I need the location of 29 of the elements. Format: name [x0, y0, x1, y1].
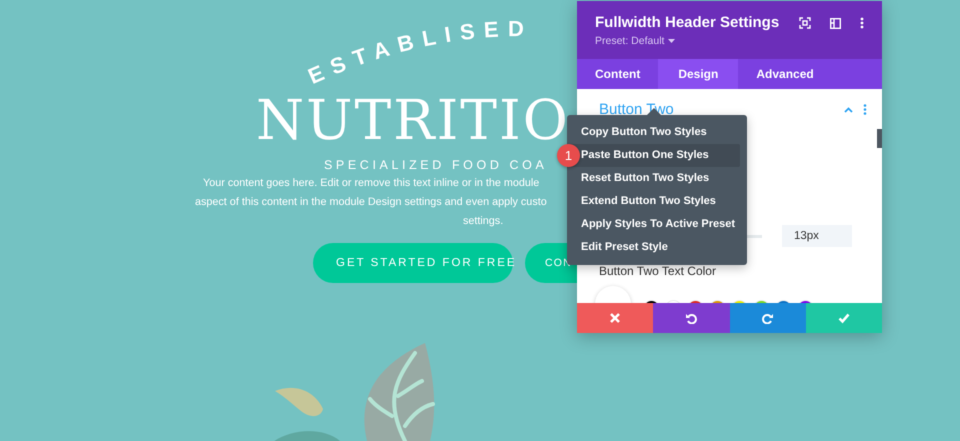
tab[interactable]: Content [577, 59, 658, 89]
focus-icon[interactable] [799, 17, 811, 29]
preset-dropdown[interactable]: Preset: Default [595, 35, 780, 47]
scrollbar[interactable] [877, 129, 882, 148]
check-icon [838, 312, 850, 324]
more-icon[interactable] [860, 17, 864, 29]
menu-item[interactable]: Copy Button Two Styles [567, 121, 740, 144]
cancel-button[interactable] [577, 303, 654, 333]
value-field[interactable]: 13px [782, 225, 852, 247]
columns-icon[interactable] [830, 18, 841, 28]
field-label: Button Two Text Color [599, 264, 717, 278]
hero-subtitle: SPECIALIZED FOOD COA [324, 157, 548, 174]
close-icon [609, 312, 622, 324]
redo-icon [762, 312, 774, 324]
panel-title: Fullwidth Header Settings [595, 14, 780, 31]
menu-item[interactable]: Reset Button Two Styles [567, 167, 740, 190]
tab[interactable]: Design [658, 59, 738, 89]
body-text-line: aspect of this content in the module Design settings and even apply custo [195, 195, 547, 210]
menu-item[interactable]: Extend Button Two Styles [567, 190, 740, 213]
step-badge: 1 [557, 144, 580, 167]
redo-button[interactable] [730, 303, 806, 333]
undo-icon [685, 312, 698, 324]
undo-button[interactable] [653, 303, 730, 333]
body-text-line: settings. [463, 214, 504, 229]
body-text-line: Your content goes here. Edit or remove this text inline or in the module [203, 176, 540, 191]
caret-icon[interactable] [668, 39, 676, 43]
tab[interactable]: Advanced [738, 59, 832, 89]
menu-item[interactable]: Apply Styles To Active Preset [567, 213, 740, 236]
collapse-icon[interactable] [844, 106, 853, 112]
